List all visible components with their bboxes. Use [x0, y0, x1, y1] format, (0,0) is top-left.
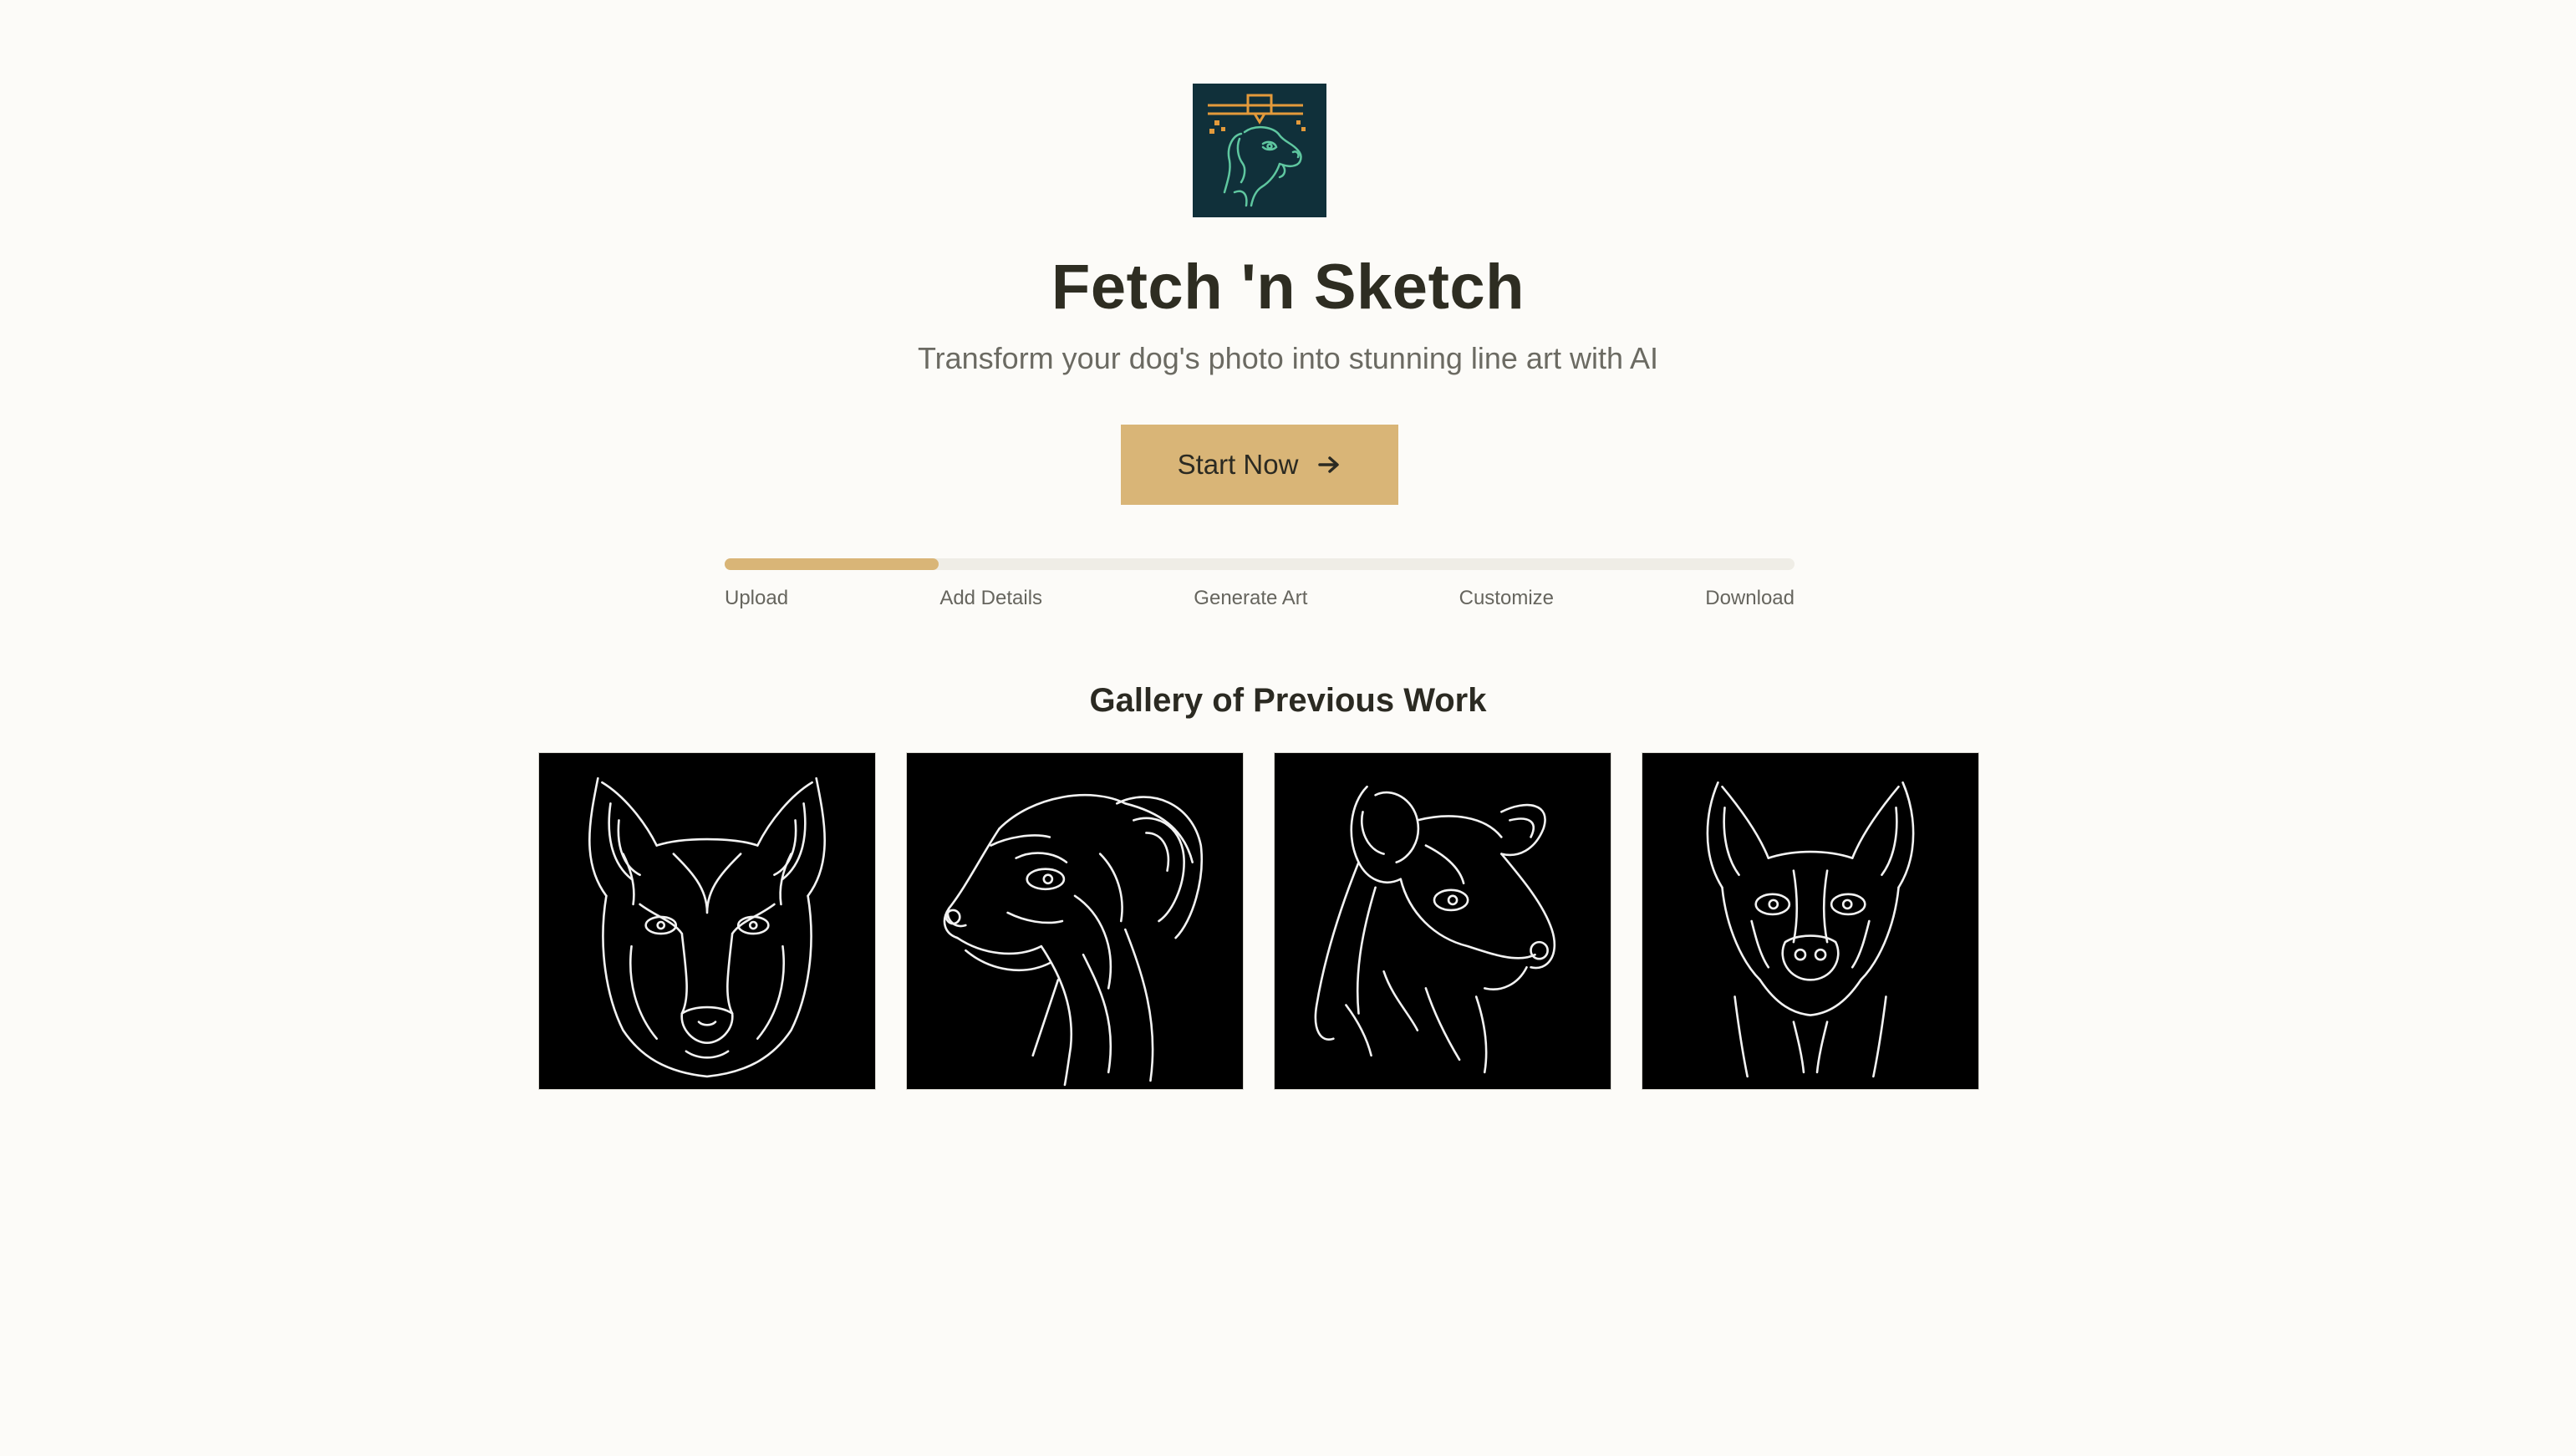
gallery-grid: [538, 752, 1981, 1092]
gallery-title: Gallery of Previous Work: [1089, 682, 1487, 719]
pinscher-line-art-image: [1706, 781, 1915, 1078]
progress-steps: Upload Add Details Generate Art Customiz…: [725, 587, 1795, 615]
progress-bar-fill: [725, 558, 939, 570]
progress-bar: [725, 558, 1795, 570]
gallery-item-pinscher[interactable]: [1642, 752, 1979, 1090]
step-customize: Customize: [1459, 587, 1554, 609]
step-add-details: Add Details: [939, 587, 1043, 609]
gallery-item-german-shepherd[interactable]: [538, 752, 876, 1090]
start-now-button[interactable]: Start Now: [1121, 425, 1398, 505]
step-upload: Upload: [725, 587, 789, 609]
gallery-item-border-collie[interactable]: [1274, 752, 1611, 1090]
page-title: Fetch 'n Sketch: [1051, 252, 1525, 323]
step-generate-art: Generate Art: [1194, 587, 1308, 609]
arrow-right-icon: [1316, 452, 1341, 477]
app-logo: [1193, 84, 1326, 217]
dog-plotter-logo-icon: [1208, 94, 1306, 207]
german-shepherd-line-art-image: [588, 776, 826, 1078]
step-download: Download: [1705, 587, 1795, 609]
hound-profile-line-art-image: [943, 793, 1203, 1087]
border-collie-line-art-image: [1314, 785, 1556, 1074]
start-now-label: Start Now: [1177, 449, 1299, 480]
page-subtitle: Transform your dog's photo into stunning…: [917, 341, 1658, 375]
gallery-item-hound-profile[interactable]: [906, 752, 1244, 1090]
landing-page: Fetch 'n Sketch Transform your dog's pho…: [0, 0, 2576, 1456]
